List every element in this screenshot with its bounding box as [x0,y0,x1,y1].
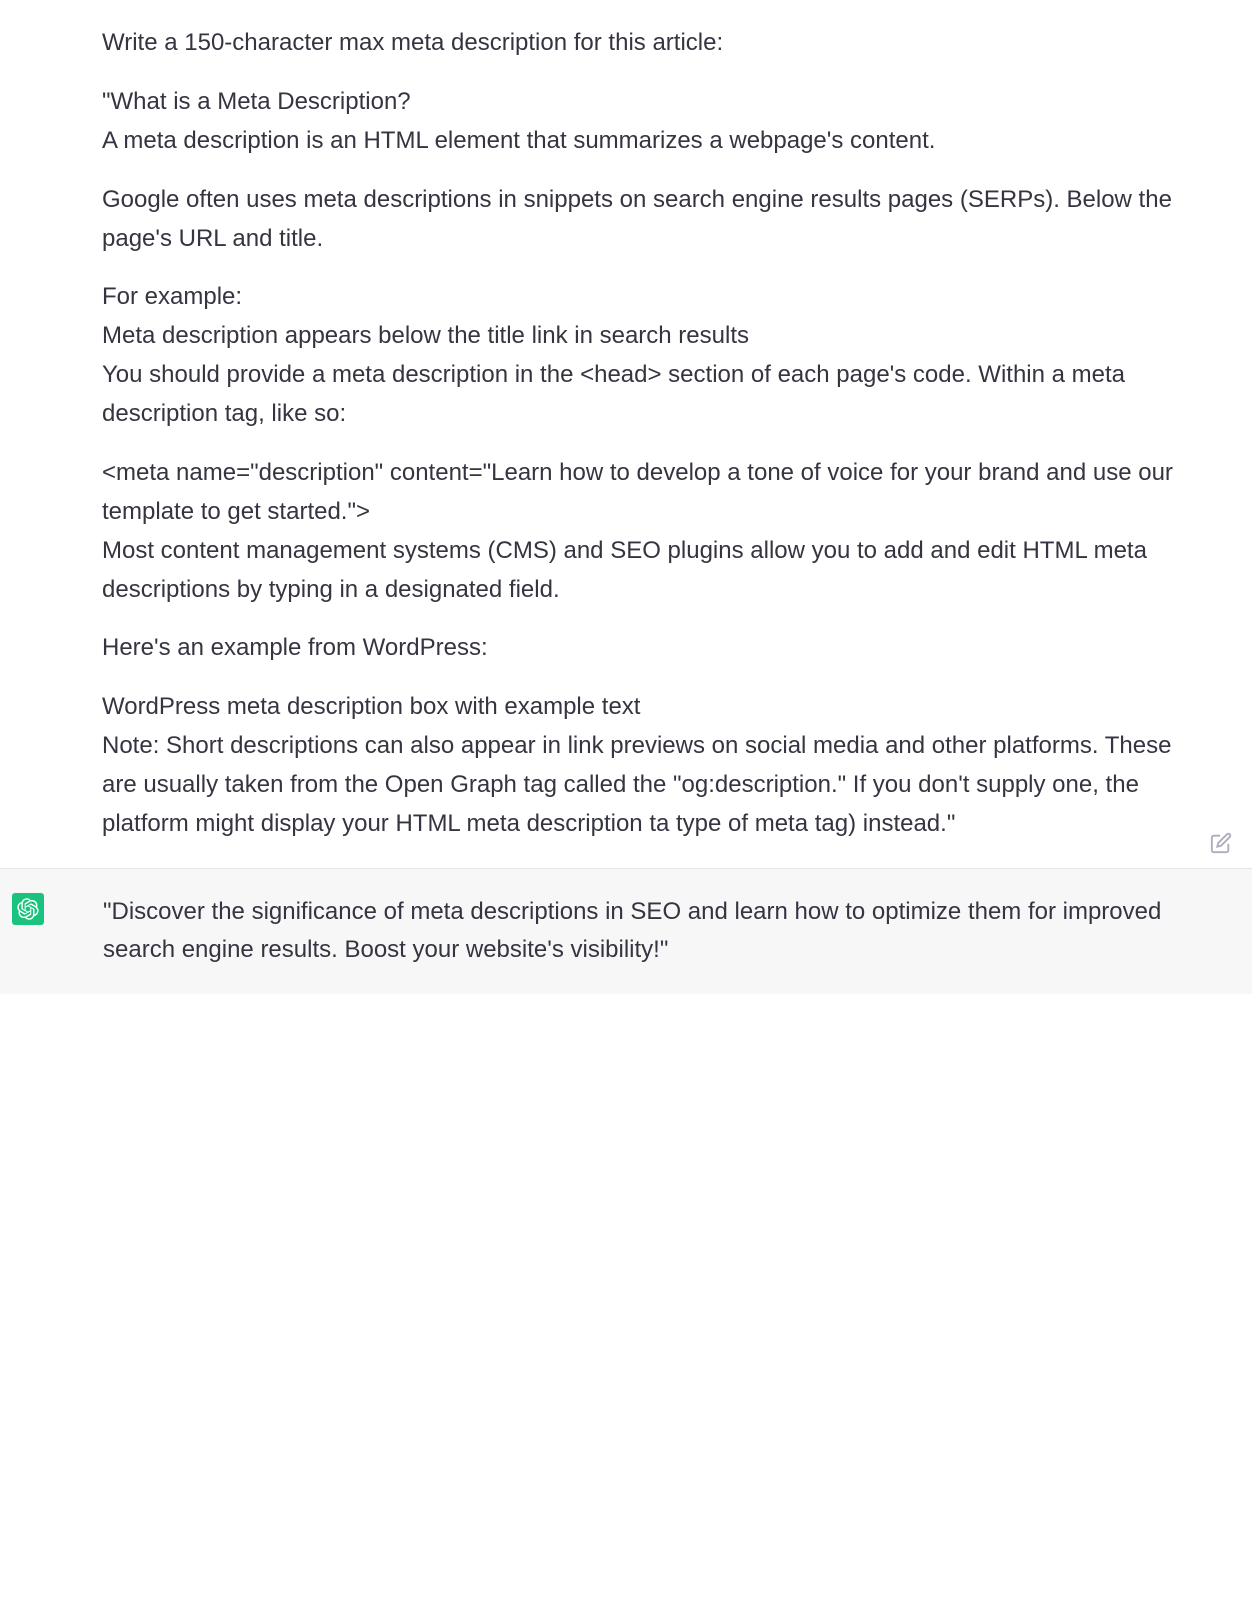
assistant-message-content: "Discover the significance of meta descr… [95,893,1252,970]
assistant-response-text: "Discover the significance of meta descr… [103,893,1204,970]
assistant-message-row: "Discover the significance of meta descr… [0,869,1252,994]
prompt-paragraph: Google often uses meta descriptions in s… [102,181,1204,259]
user-message-row: Write a 150-character max meta descripti… [0,0,1252,869]
edit-icon [1210,832,1232,854]
edit-message-button[interactable] [1210,828,1232,850]
prompt-paragraph: Write a 150-character max meta descripti… [102,24,1204,63]
prompt-paragraph: <meta name="description" content="Learn … [102,454,1204,610]
user-prompt-text: Write a 150-character max meta descripti… [102,24,1204,844]
prompt-paragraph: WordPress meta description box with exam… [102,688,1204,844]
user-message-content: Write a 150-character max meta descripti… [0,24,1252,844]
chatgpt-logo-icon [17,898,39,920]
prompt-paragraph: Here's an example from WordPress: [102,629,1204,668]
prompt-paragraph: "What is a Meta Description? A meta desc… [102,83,1204,161]
assistant-avatar-column [0,893,95,970]
assistant-avatar [12,893,44,925]
prompt-paragraph: For example: Meta description appears be… [102,278,1204,434]
